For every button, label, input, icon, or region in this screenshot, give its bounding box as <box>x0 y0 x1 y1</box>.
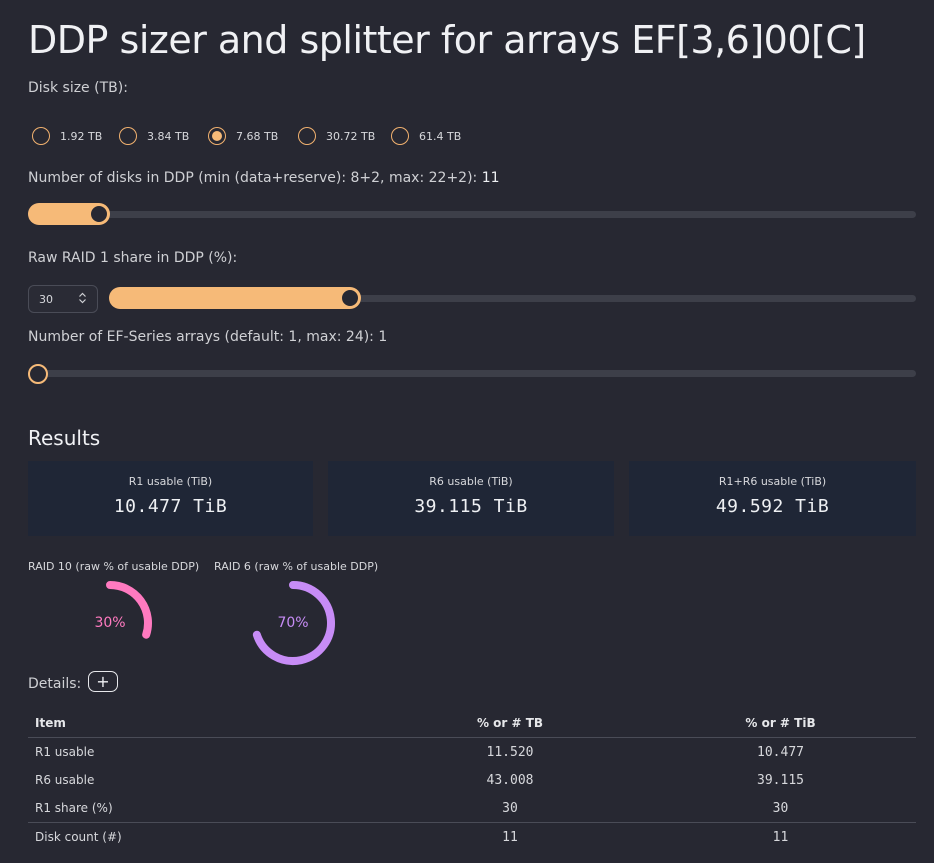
results-heading: Results <box>28 426 101 450</box>
disks-slider-value: 11 <box>481 170 500 186</box>
table-cell: 11 <box>772 829 789 845</box>
table-cell: R6 usable <box>35 773 95 787</box>
radio-disk-7-68[interactable]: 7.68 TB <box>208 124 278 148</box>
raid6-gauge-label: RAID 6 (raw % of usable DDP) <box>214 560 379 573</box>
table-cell: 43.008 <box>486 772 534 788</box>
details-label: Details: <box>28 676 82 692</box>
table-header-row: Item % or # TB % or # TiB <box>28 709 916 738</box>
radio-selected-icon <box>208 127 226 145</box>
metric-title: R6 usable (TiB) <box>429 475 513 488</box>
radio-label: 3.84 TB <box>147 129 190 143</box>
raid6-gauge-value: 70% <box>277 615 308 631</box>
radio-circle-icon <box>119 127 137 145</box>
radio-circle-icon <box>298 127 316 145</box>
table-row: R1 usable 11.520 10.477 <box>28 738 916 767</box>
radio-label: 7.68 TB <box>236 129 279 143</box>
up-down-chevron-icon[interactable] <box>78 292 87 307</box>
metric-card-total: R1+R6 usable (TiB) 49.592 TiB <box>629 461 916 536</box>
column-header: % or # TB <box>375 709 645 738</box>
table-cell: 11 <box>502 829 518 845</box>
table-cell: 39.115 <box>757 772 804 788</box>
disks-slider-thumb[interactable] <box>89 204 110 224</box>
raid10-gauge: 30% <box>94 581 152 639</box>
disks-slider-text: Number of disks in DDP (min (data+reserv… <box>28 170 478 186</box>
page-title: DDP sizer and splitter for arrays EF[3,6… <box>28 18 866 62</box>
column-header: % or # TiB <box>645 709 916 738</box>
arrays-slider-thumb[interactable] <box>27 364 48 384</box>
table-cell: 11.520 <box>486 744 534 760</box>
table-cell: R1 usable <box>35 745 95 759</box>
radio-disk-3-84[interactable]: 3.84 TB <box>119 124 189 148</box>
disks-slider-track[interactable] <box>28 211 916 218</box>
raid1-share-value: 30 <box>39 292 53 306</box>
raid1-share-fill <box>109 287 362 309</box>
disks-slider-label: Number of disks in DDP (min (data+reserv… <box>28 170 500 186</box>
metric-card-r1: R1 usable (TiB) 10.477 TiB <box>28 461 313 536</box>
radio-disk-1-92[interactable]: 1.92 TB <box>32 124 102 148</box>
metric-title: R1+R6 usable (TiB) <box>718 475 827 488</box>
metric-title: R1 usable (TiB) <box>128 475 213 488</box>
table-row: R1 share (%) 30 30 <box>28 794 916 823</box>
table-cell: 30 <box>375 794 645 823</box>
radio-label: 61.4 TB <box>419 129 462 143</box>
raid10-gauge-label: RAID 10 (raw % of usable DDP) <box>28 560 200 573</box>
table-cell: R1 share (%) <box>28 794 375 823</box>
metric-value: 49.592 TiB <box>715 496 830 517</box>
disk-size-label: Disk size (TB): <box>28 80 128 96</box>
details-table: Item % or # TB % or # TiB R1 usable 11.5… <box>28 709 916 851</box>
plus-icon: + <box>96 671 110 691</box>
table-cell: 10.477 <box>757 744 804 760</box>
radio-disk-30-72[interactable]: 30.72 TB <box>298 124 375 148</box>
metric-value: 39.115 TiB <box>414 496 528 517</box>
radio-label: 30.72 TB <box>326 129 376 143</box>
radio-disk-61-4[interactable]: 61.4 TB <box>391 124 461 148</box>
expand-details-button[interactable]: + <box>88 671 118 692</box>
metric-value: 10.477 TiB <box>113 496 228 517</box>
table-row: Disk count (#) 11 11 <box>28 823 916 852</box>
raid1-share-input[interactable]: 30 <box>28 285 98 313</box>
metric-card-r6: R6 usable (TiB) 39.115 TiB <box>328 461 614 536</box>
raid6-gauge: 70% <box>252 581 335 665</box>
arrays-slider-track[interactable] <box>28 370 916 377</box>
table-cell: Disk count (#) <box>35 830 122 844</box>
arrays-slider-label: Number of EF-Series arrays (default: 1, … <box>28 329 388 345</box>
raid10-gauge-value: 30% <box>94 615 125 631</box>
table-cell: 30 <box>645 794 916 823</box>
raid1-share-label: Raw RAID 1 share in DDP (%): <box>28 250 238 266</box>
radio-label: 1.92 TB <box>60 129 103 143</box>
column-header: Item <box>28 709 375 738</box>
radio-circle-icon <box>391 127 409 145</box>
radio-circle-icon <box>32 127 50 145</box>
table-row: R6 usable 43.008 39.115 <box>28 766 916 794</box>
